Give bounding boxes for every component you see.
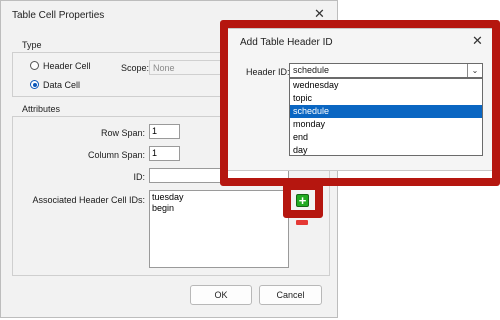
ok-button[interactable]: OK — [190, 285, 252, 305]
scope-select[interactable]: None — [149, 60, 229, 75]
column-span-label: Column Span: — [87, 150, 145, 160]
remove-header-id-icon[interactable] — [296, 220, 308, 225]
header-cell-radio[interactable] — [30, 61, 39, 70]
highlight-box-dialog — [220, 20, 500, 186]
highlight-box-add-button — [283, 182, 323, 218]
row-span-field[interactable]: 1 — [149, 124, 180, 139]
list-item[interactable]: tuesday — [152, 192, 286, 203]
row-span-label: Row Span: — [100, 128, 145, 138]
id-label: ID: — [133, 172, 145, 182]
column-span-field[interactable]: 1 — [149, 146, 180, 161]
type-group-label: Type — [22, 40, 42, 50]
header-cell-label: Header Cell — [43, 61, 91, 71]
cancel-button[interactable]: Cancel — [259, 285, 322, 305]
list-item[interactable]: begin — [152, 203, 286, 214]
dialog-title: Table Cell Properties — [12, 10, 105, 21]
data-cell-label: Data Cell — [43, 80, 81, 90]
attributes-group-label: Attributes — [22, 104, 61, 114]
associated-header-ids-label: Associated Header Cell IDs: — [32, 195, 145, 205]
data-cell-radio[interactable] — [30, 80, 39, 89]
scope-label: Scope: — [121, 63, 150, 73]
associated-header-ids-list[interactable]: tuesday begin — [149, 190, 289, 268]
